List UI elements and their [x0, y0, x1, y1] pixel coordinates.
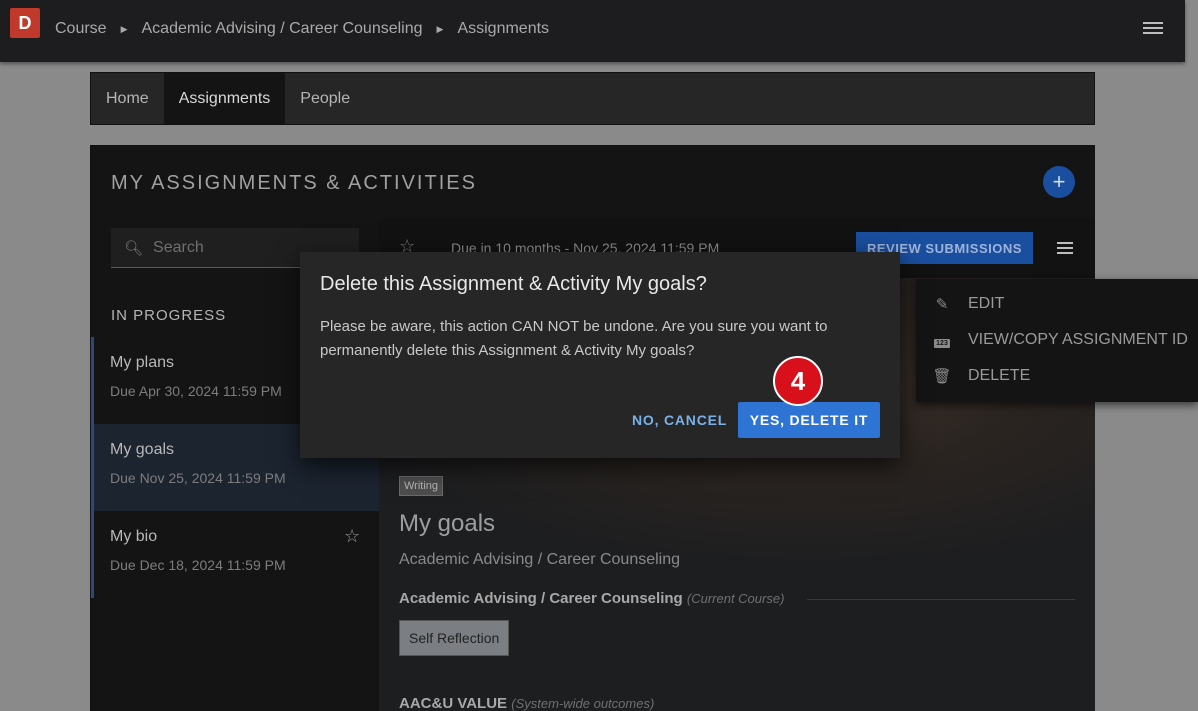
- outcome-chip[interactable]: Self Reflection: [399, 620, 510, 656]
- list-item-my-bio[interactable]: My bio Due Dec 18, 2024 11:59 PM ☆: [91, 511, 379, 598]
- assignment-context-menu: ✎ EDIT 123 VIEW/COPY ASSIGNMENT ID 🗑︎ DE…: [916, 279, 1198, 402]
- tab-people[interactable]: People: [285, 73, 365, 124]
- item-due: Due Nov 25, 2024 11:59 PM: [110, 470, 286, 486]
- breadcrumb-course[interactable]: Course: [55, 20, 107, 38]
- chevron-right-icon: ▶: [120, 23, 128, 34]
- page-title: MY ASSIGNMENTS & ACTIVITIES: [111, 172, 477, 194]
- search-icon: 🔍︎: [124, 239, 144, 257]
- tab-assignments[interactable]: Assignments: [163, 73, 286, 124]
- delete-confirm-dialog: Delete this Assignment & Activity My goa…: [300, 252, 900, 458]
- course-tabs: Home Assignments People: [90, 72, 1095, 125]
- top-bar: D Course ▶ Academic Advising / Career Co…: [0, 0, 1185, 62]
- star-icon[interactable]: ☆: [344, 526, 360, 547]
- menu-item-view-copy-id[interactable]: 123 VIEW/COPY ASSIGNMENT ID: [932, 331, 1188, 349]
- cancel-button[interactable]: NO, CANCEL: [625, 402, 734, 438]
- course-name: Academic Advising / Career Counseling: [399, 551, 681, 568]
- item-title: My bio: [110, 528, 158, 545]
- menu-item-edit[interactable]: ✎ EDIT: [932, 295, 1005, 313]
- id-number-icon: 123: [934, 338, 950, 348]
- confirm-delete-button[interactable]: YES, DELETE IT: [738, 402, 880, 438]
- menu-item-label: EDIT: [968, 295, 1005, 312]
- aacu-note: (System-wide outcomes): [511, 696, 655, 711]
- app-logo[interactable]: D: [10, 8, 40, 38]
- pencil-icon: ✎: [935, 296, 949, 313]
- trash-icon: 🗑︎: [932, 368, 952, 385]
- current-course-label: Academic Advising / Career Counseling: [399, 590, 683, 607]
- breadcrumb-course-name[interactable]: Academic Advising / Career Counseling: [142, 20, 423, 38]
- current-course-heading: Academic Advising / Career Counseling (C…: [399, 590, 784, 607]
- breadcrumb: Course ▶ Academic Advising / Career Coun…: [55, 20, 549, 38]
- search-placeholder: Search: [153, 238, 204, 256]
- breadcrumb-assignments[interactable]: Assignments: [457, 20, 549, 38]
- menu-item-label: DELETE: [968, 367, 1031, 384]
- divider: [807, 599, 1075, 600]
- aacu-label: AAC&U VALUE: [399, 695, 508, 711]
- dialog-title: Delete this Assignment & Activity My goa…: [320, 273, 707, 295]
- chevron-right-icon: ▶: [436, 23, 444, 34]
- add-assignment-button[interactable]: +: [1043, 166, 1075, 198]
- more-menu-icon[interactable]: [1057, 242, 1073, 257]
- category-tag: Writing: [399, 476, 444, 496]
- menu-item-delete[interactable]: 🗑︎ DELETE: [932, 367, 1030, 385]
- tab-home[interactable]: Home: [91, 73, 164, 124]
- aacu-heading: AAC&U VALUE (System-wide outcomes): [399, 695, 654, 711]
- item-due: Due Dec 18, 2024 11:59 PM: [110, 557, 286, 573]
- section-heading: IN PROGRESS: [111, 307, 227, 324]
- menu-item-label: VIEW/COPY ASSIGNMENT ID: [968, 331, 1188, 348]
- hamburger-menu-icon[interactable]: [1143, 22, 1163, 38]
- assignment-title: My goals: [399, 510, 496, 537]
- step-number-badge: 4: [773, 356, 823, 406]
- current-course-note: (Current Course): [686, 591, 785, 606]
